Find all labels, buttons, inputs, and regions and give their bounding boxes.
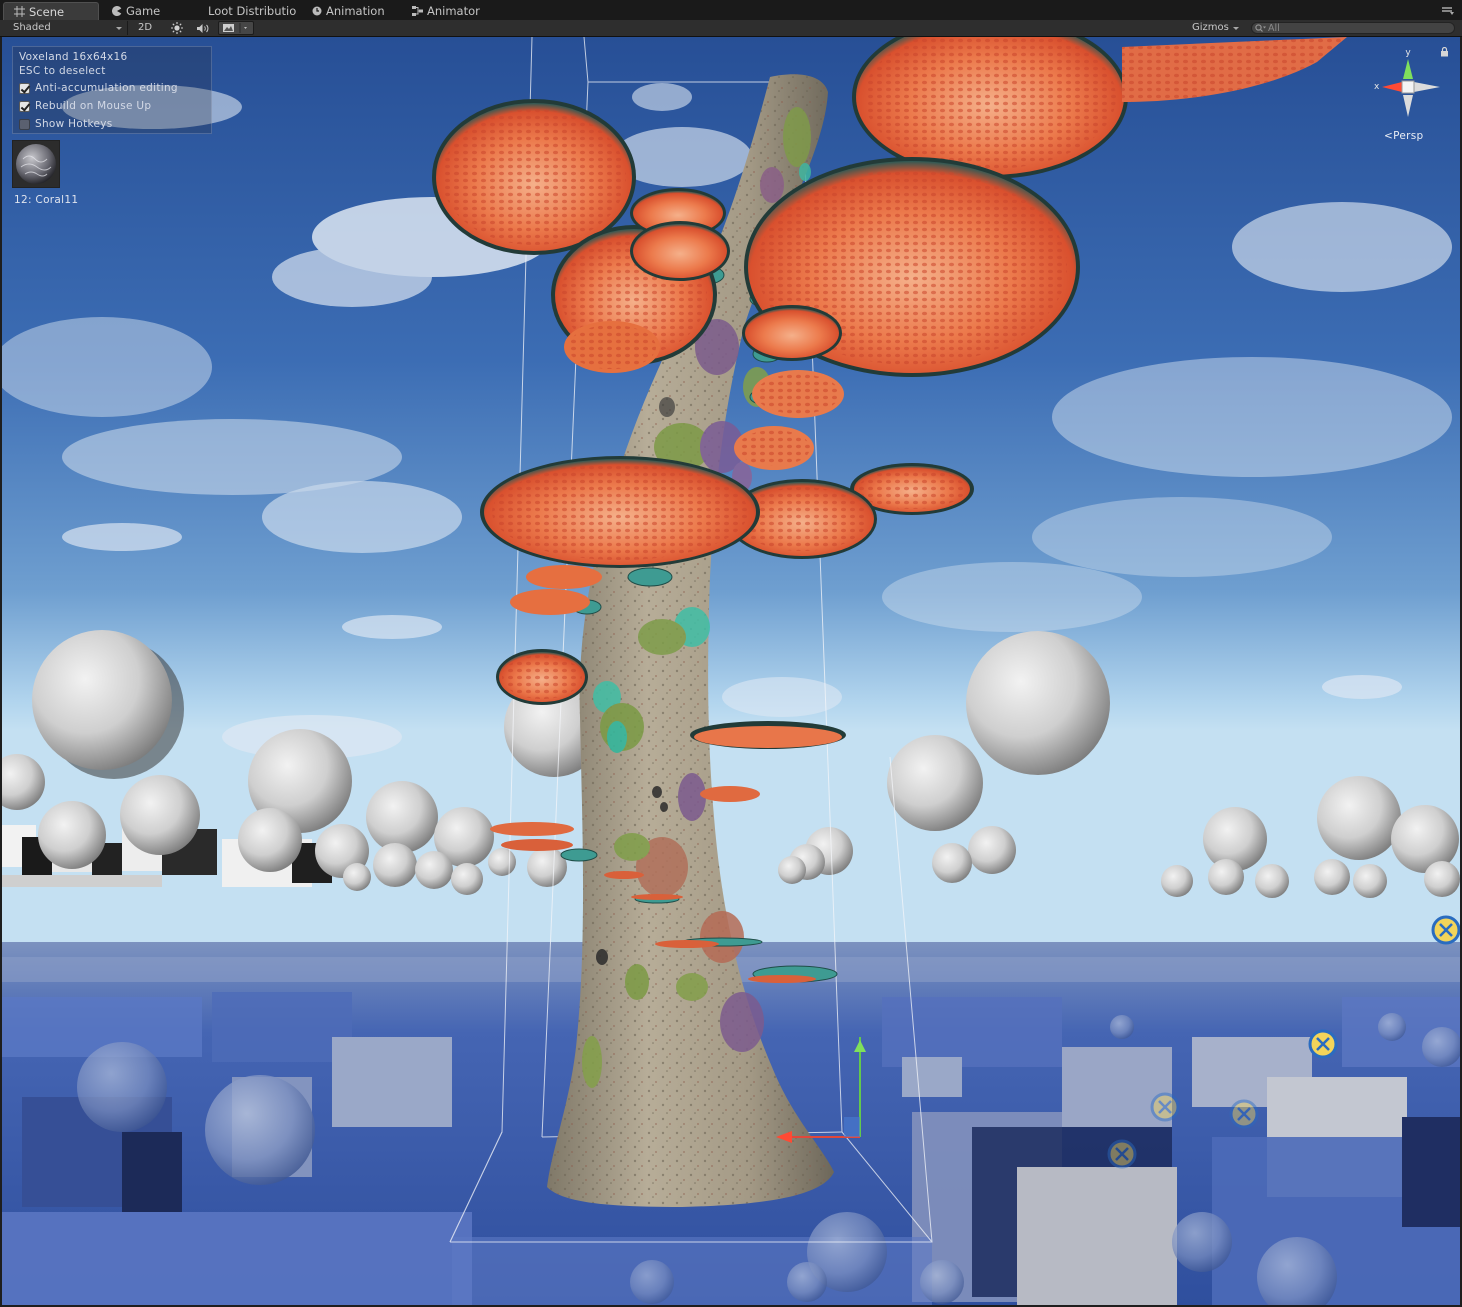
tab-loot-distribution[interactable]: Loot Distributio (198, 2, 298, 20)
axis-x-label: x (1374, 82, 1380, 92)
scene-grid-icon (14, 6, 25, 17)
tab-label: Game (126, 4, 161, 18)
projection-label: Persp (1393, 130, 1424, 142)
checkbox-box[interactable] (19, 118, 30, 130)
projection-chevron-icon: < (1384, 130, 1394, 142)
panel-title: Voxeland 16x64x16 (19, 51, 128, 63)
animation-clock-icon (312, 6, 322, 16)
selected-block-label: 12: Coral11 (14, 194, 79, 206)
sun-icon (171, 22, 183, 34)
scene-lighting-toggle[interactable] (166, 21, 188, 35)
tab-animation[interactable]: Animation (302, 2, 400, 20)
tab-animator[interactable]: Animator (402, 2, 498, 20)
search-input[interactable] (1268, 23, 1448, 33)
chevron-down-icon (116, 27, 122, 30)
chevron-down-icon (1233, 27, 1239, 30)
rebuild-on-mouse-up-checkbox[interactable]: Rebuild on Mouse Up (19, 100, 151, 112)
tab-game[interactable]: Game (102, 2, 194, 20)
tab-label: Scene (29, 4, 65, 19)
projection-toggle[interactable]: <Persp (1384, 130, 1423, 142)
editor-tab-strip: Scene Game Loot Distributio Animation An… (0, 0, 1462, 21)
anti-accumulation-checkbox[interactable]: Anti-accumulation editing (19, 82, 178, 94)
coral-texture-icon (13, 141, 59, 187)
checkbox-box[interactable] (19, 82, 30, 94)
image-effects-icon (223, 23, 247, 33)
animator-nodes-icon (412, 6, 423, 16)
toggle-2d-button[interactable]: 2D (132, 21, 158, 35)
gizmos-label: Gizmos (1192, 22, 1229, 33)
shading-mode-label: Shaded (13, 22, 51, 33)
scene-toolbar: Shaded 2D Gizmos (0, 20, 1462, 37)
lock-icon[interactable] (1440, 47, 1449, 57)
block-type-thumbnail[interactable] (12, 140, 60, 188)
checkbox-label: Anti-accumulation editing (35, 82, 178, 94)
search-icon (1255, 24, 1266, 32)
tab-label: Animation (326, 4, 385, 18)
axis-y-label: y (1405, 48, 1411, 58)
tab-menu-icon[interactable] (1440, 4, 1454, 16)
checkbox-box[interactable] (19, 100, 30, 112)
tab-scene[interactable]: Scene (3, 2, 99, 20)
voxeland-info-panel: Voxeland 16x64x16 ESC to deselect Anti-a… (12, 46, 212, 134)
panel-hint: ESC to deselect (19, 65, 106, 77)
shading-mode-dropdown[interactable]: Shaded (4, 21, 128, 35)
tab-label: Animator (427, 4, 480, 18)
show-hotkeys-checkbox[interactable]: Show Hotkeys (19, 118, 113, 130)
scene-viewport[interactable]: Voxeland 16x64x16 ESC to deselect Anti-a… (2, 37, 1460, 1305)
tab-label: Loot Distributio (208, 4, 297, 18)
checkbox-label: Show Hotkeys (35, 118, 113, 130)
scene-effects-dropdown[interactable] (218, 21, 254, 35)
checkbox-label: Rebuild on Mouse Up (35, 100, 152, 112)
game-pacman-icon (112, 6, 122, 16)
speaker-icon (196, 23, 208, 33)
scene-audio-toggle[interactable] (192, 21, 214, 35)
hierarchy-search[interactable] (1251, 22, 1455, 34)
gizmos-dropdown[interactable]: Gizmos (1188, 21, 1244, 35)
scene-render[interactable] (2, 37, 1460, 1305)
